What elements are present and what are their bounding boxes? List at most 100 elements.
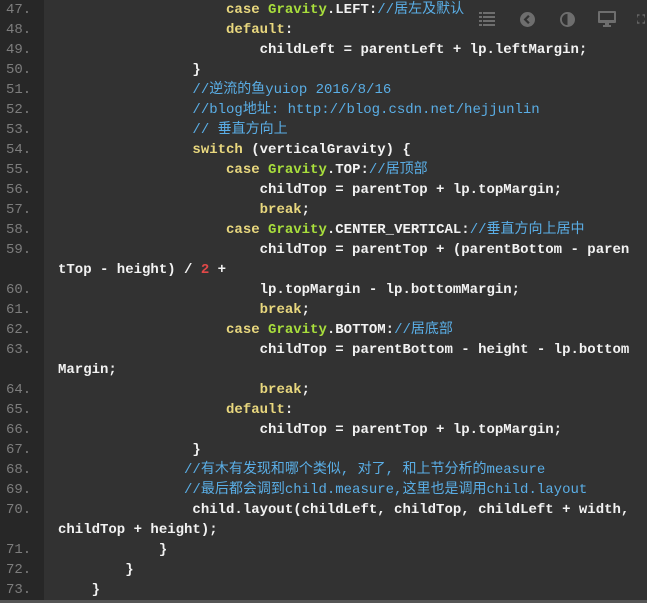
fullscreen-icon[interactable]	[637, 9, 645, 29]
line-code: childTop = parentTop + lp.topMargin;	[58, 180, 562, 200]
code-text: lp.topMargin - lp.bottomMargin;	[58, 282, 521, 298]
code-text: ;	[301, 202, 311, 218]
code-text: childTop = parentTop + (parentBottom - p…	[58, 242, 630, 258]
code-line: 53. // 垂直方向上	[0, 120, 647, 140]
line-code: case Gravity.BOTTOM://居底部	[58, 320, 453, 340]
line-number: 56.	[6, 182, 32, 198]
line-number: 55.	[6, 162, 32, 178]
line-number: 58.	[6, 222, 32, 238]
keyword: break	[259, 382, 302, 398]
comment: //垂直方向上居中	[469, 222, 585, 238]
line-number: 64.	[6, 382, 32, 398]
code-line: 70. child.layout(childLeft, childTop, ch…	[0, 500, 647, 520]
line-code: child.layout(childLeft, childTop, childL…	[58, 500, 629, 520]
code-line: 56. childTop = parentTop + lp.topMargin;	[0, 180, 647, 200]
line-number: 57.	[6, 202, 32, 218]
keyword: default	[226, 402, 285, 418]
class-name: Gravity	[268, 2, 327, 18]
code-text: }	[58, 562, 134, 578]
back-icon[interactable]	[517, 9, 537, 29]
code-text: ;	[301, 382, 311, 398]
code-text: .LEFT:	[326, 2, 378, 18]
code-text: :	[284, 402, 294, 418]
keyword: case	[226, 2, 260, 18]
code-line-wrap: tTop - height) / 2 +	[0, 260, 647, 280]
class-name: Gravity	[268, 322, 327, 338]
comment: //逆流的鱼yuiop 2016/8/16	[192, 82, 392, 98]
line-code: }	[58, 560, 134, 580]
line-number: 52.	[6, 102, 32, 118]
line-code: case Gravity.LEFT://居左及默认	[58, 0, 464, 20]
comment: //blog地址: http://blog.csdn.net/hejjunlin	[192, 102, 540, 118]
line-code: }	[58, 540, 167, 560]
code-toolbar	[477, 9, 647, 29]
line-number: 61.	[6, 302, 32, 318]
line-code: }	[58, 60, 201, 80]
code-line: 69. //最后都会调到child.measure,这里也是调用child.la…	[0, 480, 647, 500]
keyword: switch	[192, 142, 243, 158]
code-text: Margin;	[58, 362, 117, 378]
code-line: 63. childTop = parentBottom - height - l…	[0, 340, 647, 360]
code-text: childLeft = parentLeft + lp.leftMargin;	[58, 42, 588, 58]
code-text: }	[58, 442, 201, 458]
comment: //居底部	[394, 322, 453, 338]
contrast-icon[interactable]	[557, 9, 577, 29]
code-text: :	[284, 22, 294, 38]
class-name: Gravity	[268, 222, 327, 238]
code-line: 60. lp.topMargin - lp.bottomMargin;	[0, 280, 647, 300]
keyword: case	[226, 162, 260, 178]
line-code: //有木有发现和哪个类似, 对了, 和上节分析的measure	[58, 460, 545, 480]
code-text: childTop = parentTop + lp.topMargin;	[58, 422, 563, 438]
code-line: 73. }	[0, 580, 647, 600]
line-number: 60.	[6, 282, 32, 298]
line-number: 69.	[6, 482, 32, 498]
line-number: 49.	[6, 42, 32, 58]
line-number: 67.	[6, 442, 32, 458]
line-number: 63.	[6, 342, 32, 358]
list-icon[interactable]	[477, 9, 497, 29]
code-line: 67. }	[0, 440, 647, 460]
code-text: childTop = parentTop + lp.topMargin;	[58, 182, 563, 198]
line-code: break;	[58, 380, 310, 400]
code-line: 59. childTop = parentTop + (parentBottom…	[0, 240, 647, 260]
line-number: 65.	[6, 402, 32, 418]
line-number: 62.	[6, 322, 32, 338]
line-number: 48.	[6, 22, 32, 38]
code-text: ;	[301, 302, 311, 318]
line-code: childTop = parentTop + lp.topMargin;	[58, 420, 562, 440]
line-code: childTop + height);	[58, 520, 218, 540]
code-line-wrap: Margin;	[0, 360, 647, 380]
comment: //居左及默认	[377, 2, 465, 18]
code-text: +	[209, 262, 227, 278]
code-lines: 47. case Gravity.LEFT://居左及默认 48. default…	[0, 0, 647, 600]
comment: //有木有发现和哪个类似, 对了, 和上节分析的measure	[184, 462, 546, 478]
code-text: .CENTER_VERTICAL:	[326, 222, 470, 238]
line-code: switch (verticalGravity) {	[58, 140, 410, 160]
line-number: 50.	[6, 62, 32, 78]
keyword: case	[226, 322, 260, 338]
code-text: }	[58, 542, 168, 558]
keyword: case	[226, 222, 260, 238]
code-line: 55. case Gravity.TOP://居顶部	[0, 160, 647, 180]
monitor-icon[interactable]	[597, 9, 617, 29]
line-code: }	[58, 580, 100, 600]
code-text: }	[58, 62, 201, 78]
line-number: 70.	[6, 502, 32, 518]
keyword: break	[259, 202, 302, 218]
code-line: 51. //逆流的鱼yuiop 2016/8/16	[0, 80, 647, 100]
code-line: 54. switch (verticalGravity) {	[0, 140, 647, 160]
comment: // 垂直方向上	[192, 122, 288, 138]
keyword: break	[259, 302, 302, 318]
code-line: 50. }	[0, 60, 647, 80]
code-line: 64. break;	[0, 380, 647, 400]
